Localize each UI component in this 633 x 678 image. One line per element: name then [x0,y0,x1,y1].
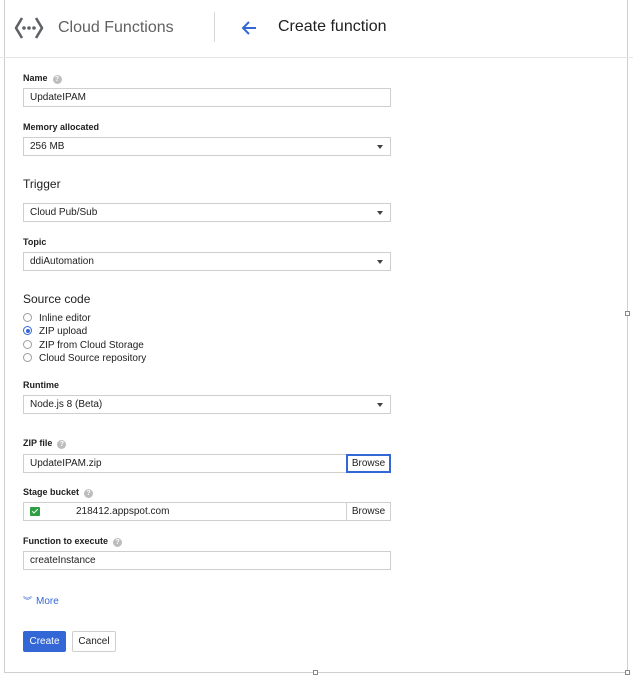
page-title: Create function [278,18,387,35]
stage-bucket-input[interactable]: 218412.appspot.com [23,502,347,521]
more-toggle[interactable]: ︾ More [23,594,59,607]
cloud-functions-logo-icon [14,17,44,39]
stage-bucket-label: Stage bucket? [23,487,94,498]
zip-file-label: ZIP file? [23,438,67,449]
dropdown-arrow-icon [377,145,383,149]
trigger-select[interactable]: Cloud Pub/Sub [23,203,391,222]
radio-button[interactable] [23,353,32,362]
dropdown-arrow-icon [377,260,383,264]
create-button[interactable]: Create [23,631,66,652]
runtime-select[interactable]: Node.js 8 (Beta) [23,395,391,414]
chevron-double-down-icon: ︾ [23,596,33,606]
runtime-select-value: Node.js 8 (Beta) [30,399,103,410]
header-divider [214,12,215,42]
trigger-heading: Trigger [23,177,61,191]
memory-select[interactable]: 256 MB [23,137,391,156]
dropdown-arrow-icon [377,403,383,407]
trigger-select-value: Cloud Pub/Sub [30,207,98,218]
app-header: Cloud Functions Create function [0,0,633,58]
help-icon[interactable]: ? [84,489,94,498]
topic-select[interactable]: ddiAutomation [23,252,391,271]
help-icon[interactable]: ? [52,75,62,84]
name-input[interactable]: UpdateIPAM [23,88,391,107]
zip-file-input[interactable]: UpdateIPAM.zip [23,454,347,473]
source-option-zip-cloud-storage[interactable]: ZIP from Cloud Storage [23,340,144,352]
bucket-browse-button[interactable]: Browse [346,502,391,521]
help-icon[interactable]: ? [113,538,123,547]
radio-button[interactable] [23,340,32,349]
function-to-execute-input[interactable]: createInstance [23,551,391,570]
more-label: More [36,596,59,607]
function-to-execute-label: Function to execute? [23,536,123,547]
topic-select-value: ddiAutomation [30,256,94,267]
memory-select-value: 256 MB [30,141,65,152]
zip-browse-button[interactable]: Browse [346,454,391,473]
source-option-inline-editor[interactable]: Inline editor [23,313,91,325]
stage-bucket-value: 218412.appspot.com [76,506,170,517]
resize-handle-bottom[interactable] [313,670,318,675]
radio-button[interactable] [23,313,32,322]
runtime-label: Runtime [23,380,59,390]
radio-button-selected[interactable] [23,326,32,335]
resize-handle-right[interactable] [625,311,630,316]
memory-label: Memory allocated [23,122,100,132]
name-label: Name? [23,73,62,84]
bucket-check-icon [30,507,40,516]
source-code-heading: Source code [23,292,91,306]
back-arrow-icon[interactable] [240,19,258,37]
dropdown-arrow-icon [377,211,383,215]
source-option-zip-upload[interactable]: ZIP upload [23,326,87,338]
source-option-cloud-source-repo[interactable]: Cloud Source repository [23,353,146,365]
resize-handle-corner[interactable] [625,670,630,675]
cancel-button[interactable]: Cancel [72,631,116,652]
product-name: Cloud Functions [58,19,174,36]
topic-label: Topic [23,237,47,247]
help-icon[interactable]: ? [57,440,67,449]
